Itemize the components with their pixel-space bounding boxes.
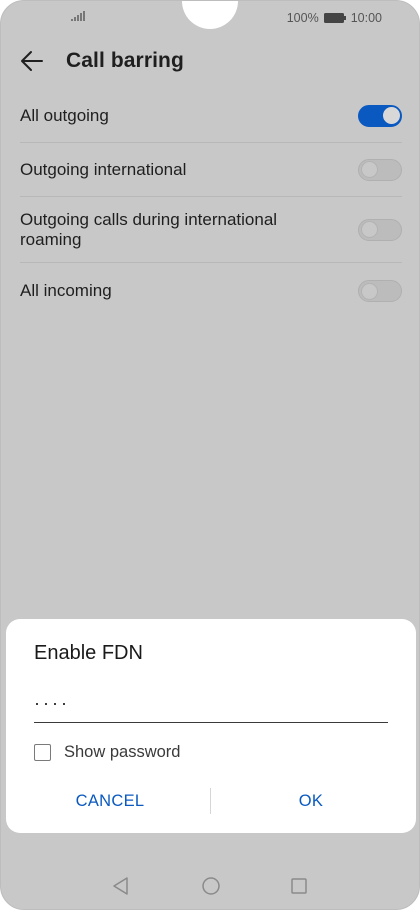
show-password-label: Show password xyxy=(64,742,181,761)
dialog-buttons: CANCEL OK xyxy=(6,785,416,817)
page-title: Call barring xyxy=(66,49,184,72)
signal-icon xyxy=(71,11,85,21)
toggle-knob xyxy=(360,221,378,238)
recents-square-icon[interactable] xyxy=(288,875,310,897)
home-circle-icon[interactable] xyxy=(200,875,222,897)
setting-label: All incoming xyxy=(20,281,112,300)
dialog-title: Enable FDN xyxy=(34,642,143,664)
all-outgoing-toggle[interactable] xyxy=(358,104,402,127)
setting-row-all-incoming[interactable]: All incoming xyxy=(20,263,402,319)
setting-label: All outgoing xyxy=(20,105,109,125)
setting-label: Outgoing calls during international roam… xyxy=(20,209,278,249)
phone-screen: 100% 10:00 Call barring All outgoing Out… xyxy=(0,0,420,910)
status-indicators: 100% 10:00 xyxy=(287,10,382,26)
show-password-option[interactable]: Show password xyxy=(34,741,180,763)
battery-percent: 100% xyxy=(286,11,319,25)
clock-time: 10:00 xyxy=(350,11,382,25)
setting-label: Outgoing international xyxy=(20,159,187,179)
camera-notch xyxy=(182,1,238,29)
toggle-knob xyxy=(360,161,378,178)
toggle-knob xyxy=(382,107,400,124)
status-bar: 100% 10:00 xyxy=(1,1,419,35)
arrow-left-icon[interactable] xyxy=(19,48,45,74)
cancel-button[interactable]: CANCEL xyxy=(10,785,210,817)
navigation-bar xyxy=(1,865,419,907)
app-header: Call barring xyxy=(1,35,419,89)
enable-fdn-dialog: Enable FDN ···· Show password CANCEL OK xyxy=(6,619,416,833)
show-password-checkbox[interactable] xyxy=(34,743,51,761)
settings-list: All outgoing Outgoing international Outg… xyxy=(1,89,419,319)
outgoing-roaming-toggle[interactable] xyxy=(358,218,402,241)
outgoing-international-toggle[interactable] xyxy=(358,158,402,181)
pin-password-input[interactable]: ···· xyxy=(34,691,388,723)
setting-row-outgoing-roaming[interactable]: Outgoing calls during international roam… xyxy=(20,197,402,263)
setting-row-all-outgoing[interactable]: All outgoing xyxy=(20,89,402,143)
ok-button[interactable]: OK xyxy=(211,785,411,817)
toggle-knob xyxy=(360,282,378,300)
all-incoming-toggle[interactable] xyxy=(358,280,402,302)
setting-row-outgoing-international[interactable]: Outgoing international xyxy=(20,143,402,197)
battery-icon xyxy=(323,13,346,23)
back-triangle-icon[interactable] xyxy=(110,875,132,897)
